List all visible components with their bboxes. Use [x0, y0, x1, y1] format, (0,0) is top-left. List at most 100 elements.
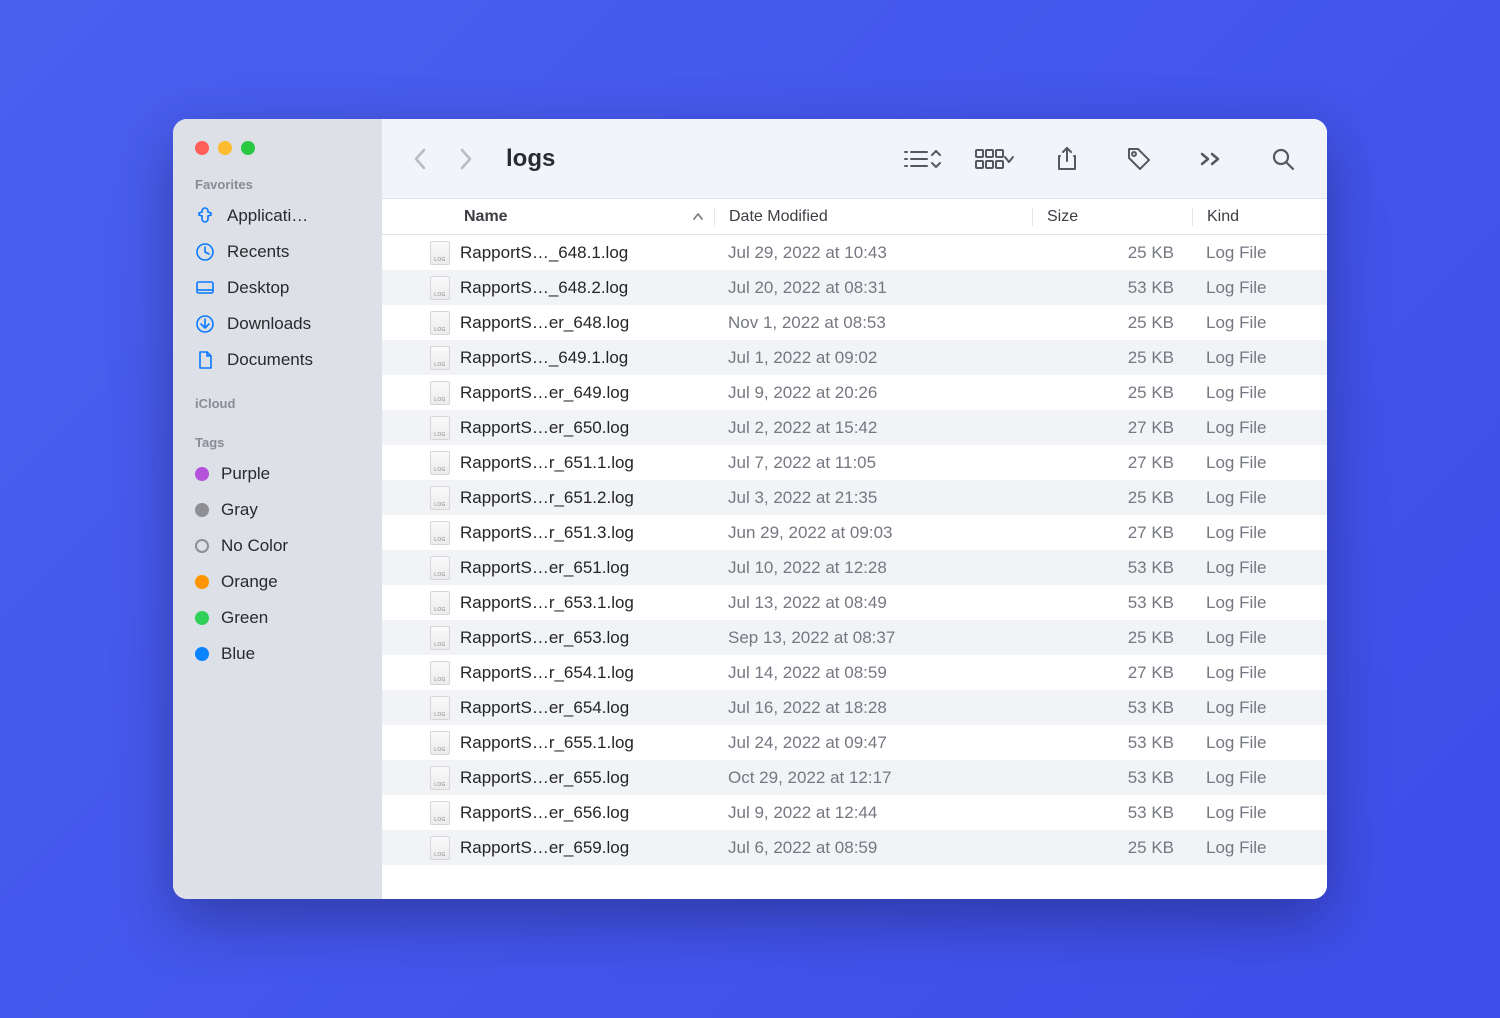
file-name: RapportS…r_651.3.log: [460, 523, 634, 543]
file-row[interactable]: RapportS…er_659.logJul 6, 2022 at 08:592…: [382, 830, 1327, 865]
file-date: Jul 6, 2022 at 08:59: [714, 838, 1032, 858]
list-view-icon: [903, 148, 943, 170]
download-icon: [195, 314, 215, 334]
file-row[interactable]: RapportS…r_654.1.logJul 14, 2022 at 08:5…: [382, 655, 1327, 690]
file-date: Jul 3, 2022 at 21:35: [714, 488, 1032, 508]
file-size: 53 KB: [1032, 733, 1192, 753]
log-file-icon: [430, 626, 450, 650]
log-file-icon: [430, 241, 450, 265]
file-row[interactable]: RapportS…er_651.logJul 10, 2022 at 12:28…: [382, 550, 1327, 585]
sidebar-item-app[interactable]: Applicati…: [173, 198, 382, 234]
file-row[interactable]: RapportS…r_651.1.logJul 7, 2022 at 11:05…: [382, 445, 1327, 480]
file-row[interactable]: RapportS…_649.1.logJul 1, 2022 at 09:022…: [382, 340, 1327, 375]
sidebar-item-label: Applicati…: [227, 206, 308, 226]
tag-dot-icon: [195, 647, 209, 661]
file-row[interactable]: RapportS…er_649.logJul 9, 2022 at 20:262…: [382, 375, 1327, 410]
file-name: RapportS…_648.2.log: [460, 278, 628, 298]
tag-item-gray[interactable]: Gray: [173, 492, 382, 528]
file-size: 53 KB: [1032, 278, 1192, 298]
file-size: 53 KB: [1032, 593, 1192, 613]
zoom-window-button[interactable]: [241, 141, 255, 155]
file-date: Jul 24, 2022 at 09:47: [714, 733, 1032, 753]
tag-icon: [1126, 146, 1152, 172]
file-date: Jul 20, 2022 at 08:31: [714, 278, 1032, 298]
sidebar-item-download[interactable]: Downloads: [173, 306, 382, 342]
forward-button[interactable]: [450, 143, 482, 175]
window-controls: [173, 141, 382, 177]
sidebar-item-clock[interactable]: Recents: [173, 234, 382, 270]
share-button[interactable]: [1045, 141, 1089, 177]
log-file-icon: [430, 766, 450, 790]
log-file-icon: [430, 836, 450, 860]
tag-item-orange[interactable]: Orange: [173, 564, 382, 600]
file-date: Jul 10, 2022 at 12:28: [714, 558, 1032, 578]
close-window-button[interactable]: [195, 141, 209, 155]
file-date: Jul 9, 2022 at 12:44: [714, 803, 1032, 823]
log-file-icon: [430, 801, 450, 825]
clock-icon: [195, 242, 215, 262]
column-header-name[interactable]: Name: [382, 208, 714, 226]
file-row[interactable]: RapportS…_648.1.logJul 29, 2022 at 10:43…: [382, 235, 1327, 270]
file-date: Jul 2, 2022 at 15:42: [714, 418, 1032, 438]
column-header-kind[interactable]: Kind: [1192, 208, 1327, 226]
log-file-icon: [430, 416, 450, 440]
file-row[interactable]: RapportS…r_651.3.log Jun 29, 2022 at 09:0…: [382, 515, 1327, 550]
file-row[interactable]: RapportS…er_655.logOct 29, 2022 at 12:17…: [382, 760, 1327, 795]
file-row[interactable]: RapportS…r_655.1.log Jul 24, 2022 at 09:4…: [382, 725, 1327, 760]
tag-dot-icon: [195, 539, 209, 553]
minimize-window-button[interactable]: [218, 141, 232, 155]
chevrons-right-icon: [1200, 152, 1222, 166]
file-row[interactable]: RapportS…r_653.1.logJul 13, 2022 at 08:4…: [382, 585, 1327, 620]
file-size: 25 KB: [1032, 488, 1192, 508]
finder-window: Favorites Applicati…RecentsDesktopDownlo…: [173, 119, 1327, 899]
file-date: Jun 29, 2022 at 09:03: [714, 523, 1032, 543]
file-kind: Log File: [1192, 698, 1327, 718]
file-date: Sep 13, 2022 at 08:37: [714, 628, 1032, 648]
file-name: RapportS…er_659.log: [460, 838, 629, 858]
file-row[interactable]: RapportS…_648.2.log Jul 20, 2022 at 08:31…: [382, 270, 1327, 305]
sidebar-item-label: Desktop: [227, 278, 289, 298]
file-row[interactable]: RapportS…r_651.2.logJul 3, 2022 at 21:35…: [382, 480, 1327, 515]
tag-label: No Color: [221, 536, 288, 556]
file-kind: Log File: [1192, 523, 1327, 543]
file-size: 53 KB: [1032, 558, 1192, 578]
file-kind: Log File: [1192, 558, 1327, 578]
sidebar-item-label: Documents: [227, 350, 313, 370]
file-kind: Log File: [1192, 383, 1327, 403]
sidebar-item-desktop[interactable]: Desktop: [173, 270, 382, 306]
back-button[interactable]: [404, 143, 436, 175]
search-button[interactable]: [1261, 141, 1305, 177]
column-headers: Name Date Modified Size Kind: [382, 199, 1327, 235]
column-header-size[interactable]: Size: [1032, 208, 1192, 226]
file-row[interactable]: RapportS…er_656.logJul 9, 2022 at 12:445…: [382, 795, 1327, 830]
group-by-button[interactable]: [973, 141, 1017, 177]
folder-title: logs: [506, 145, 555, 173]
file-name: RapportS…r_655.1.log: [460, 733, 634, 753]
log-file-icon: [430, 591, 450, 615]
file-kind: Log File: [1192, 768, 1327, 788]
file-date: Jul 29, 2022 at 10:43: [714, 243, 1032, 263]
file-name: RapportS…er_648.log: [460, 313, 629, 333]
tag-item-green[interactable]: Green: [173, 600, 382, 636]
tag-item-nocolor[interactable]: No Color: [173, 528, 382, 564]
sidebar-section-tags: Tags: [173, 435, 382, 456]
view-mode-button[interactable]: [901, 141, 945, 177]
tags-button[interactable]: [1117, 141, 1161, 177]
column-header-date[interactable]: Date Modified: [714, 208, 1032, 226]
sidebar-item-doc[interactable]: Documents: [173, 342, 382, 378]
file-row[interactable]: RapportS…er_648.logNov 1, 2022 at 08:532…: [382, 305, 1327, 340]
tag-item-blue[interactable]: Blue: [173, 636, 382, 672]
file-kind: Log File: [1192, 243, 1327, 263]
file-row[interactable]: RapportS…er_650.logJul 2, 2022 at 15:422…: [382, 410, 1327, 445]
tag-item-purple[interactable]: Purple: [173, 456, 382, 492]
more-button[interactable]: [1189, 141, 1233, 177]
file-name: RapportS…er_653.log: [460, 628, 629, 648]
file-size: 25 KB: [1032, 383, 1192, 403]
file-size: 27 KB: [1032, 453, 1192, 473]
log-file-icon: [430, 521, 450, 545]
file-name: RapportS…r_653.1.log: [460, 593, 634, 613]
file-row[interactable]: RapportS…er_654.logJul 16, 2022 at 18:28…: [382, 690, 1327, 725]
search-icon: [1271, 147, 1295, 171]
tag-dot-icon: [195, 575, 209, 589]
file-row[interactable]: RapportS…er_653.log Sep 13, 2022 at 08:37…: [382, 620, 1327, 655]
